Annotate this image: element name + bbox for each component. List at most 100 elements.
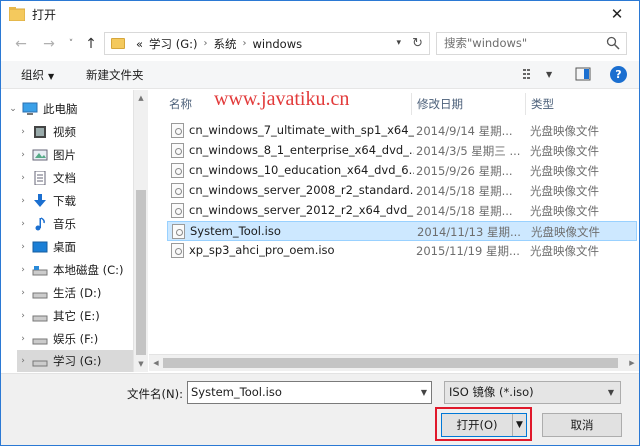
file-type: 光盘映像文件 [530,244,599,258]
column-divider[interactable] [525,93,526,115]
sidebar-item-drive-e[interactable]: › 其它 (E:) [17,305,100,327]
file-type: 光盘映像文件 [530,204,599,218]
scroll-left-icon[interactable]: ◀ [150,355,162,371]
chevron-down-icon: ▼ [48,72,55,81]
file-row[interactable]: cn_windows_7_ultimate_with_sp1_x64_... 2… [167,121,637,141]
sidebar-item-label: 生活 (D:) [53,286,102,300]
file-date: 2014/3/5 星期三 ... [416,144,521,158]
file-type: 光盘映像文件 [530,164,599,178]
file-row[interactable]: xp_sp3_ahci_pro_oem.iso 2015/11/19 星期...… [167,241,637,261]
scroll-down-icon[interactable]: ▼ [134,358,148,370]
preview-pane-icon[interactable] [575,66,591,82]
horizontal-scrollbar[interactable]: ◀ ▶ [149,354,639,371]
filename-value: System_Tool.iso [191,385,282,399]
drive-icon [32,292,48,299]
view-options-icon[interactable] [522,66,538,82]
file-name: System_Tool.iso [190,224,281,238]
sidebar-item-music[interactable]: › 音乐 [17,213,76,235]
breadcrumb-overflow[interactable]: « [136,37,143,51]
column-divider[interactable] [411,93,412,115]
back-icon[interactable]: ← [13,35,29,53]
command-bar: 组织 ▼ 新建文件夹 ▼ ? [1,61,639,89]
breadcrumb-folder[interactable]: 系统 [213,36,236,52]
sidebar-item-documents[interactable]: › 文档 [17,167,76,189]
cancel-button[interactable]: 取消 [542,413,622,437]
scroll-up-icon[interactable]: ▲ [134,92,148,104]
chevron-down-icon[interactable]: ▾ [396,33,401,54]
scrollbar-thumb[interactable] [136,190,146,355]
sidebar-item-downloads[interactable]: › 下载 [17,190,76,212]
sidebar-item-pictures[interactable]: › 图片 [17,144,76,166]
chevron-right-icon[interactable]: › [17,311,29,321]
filename-input[interactable]: System_Tool.iso ▼ [187,381,432,404]
chevron-right-icon[interactable]: › [17,219,29,229]
up-folder-icon[interactable]: ↑ [83,35,99,53]
chevron-right-icon[interactable]: › [17,265,29,275]
column-header-type[interactable]: 类型 [531,93,554,115]
address-bar[interactable]: « 学习 (G:) › 系统 › windows ▾ ↻ [104,32,430,55]
file-type: 光盘映像文件 [530,124,599,138]
chevron-right-icon[interactable]: › [17,196,29,206]
sidebar-item-drive-g[interactable]: › 学习 (G:) [17,350,133,372]
chevron-right-icon[interactable]: › [17,356,29,366]
breadcrumb-current[interactable]: windows [252,37,302,51]
chevron-down-icon[interactable]: ▼ [421,382,427,403]
search-input[interactable]: 搜索"windows" [436,32,627,55]
file-row-selected[interactable]: System_Tool.iso 2014/11/13 星期... 光盘映像文件 [167,221,637,241]
help-icon[interactable]: ? [610,66,627,83]
file-row[interactable]: cn_windows_10_education_x64_dvd_6... 201… [167,161,637,181]
chevron-right-icon[interactable]: › [17,173,29,183]
recent-locations-icon[interactable]: ˅ [63,35,79,53]
chevron-right-icon[interactable]: › [17,288,29,298]
column-header-date[interactable]: 修改日期 [417,93,463,115]
drive-icon [32,338,48,345]
file-name: cn_windows_server_2012_r2_x64_dvd_... [189,203,414,217]
refresh-icon[interactable]: ↻ [412,33,423,54]
file-row[interactable]: cn_windows_server_2008_r2_standard... 20… [167,181,637,201]
sidebar-item-label: 音乐 [53,217,76,231]
download-icon [34,194,46,207]
sidebar-item-videos[interactable]: › 视频 [17,121,76,143]
navigation-bar: ← → ˅ ↑ « 学习 (G:) › 系统 › windows ▾ ↻ 搜索"… [1,29,639,59]
disc-image-icon [171,123,184,138]
drive-icon [32,315,48,322]
scrollbar-thumb[interactable] [163,358,618,368]
sidebar-scrollbar[interactable]: ▲ ▼ [133,90,148,372]
organize-menu[interactable]: 组织 ▼ [21,67,54,83]
folder-icon [111,38,125,49]
disc-image-icon [171,143,184,158]
forward-icon[interactable]: → [41,35,57,53]
chevron-down-icon[interactable]: ▼ [608,382,614,403]
sidebar-item-this-pc[interactable]: ⌄ 此电脑 [7,98,77,120]
close-icon[interactable]: ✕ [595,1,639,27]
file-row[interactable]: cn_windows_server_2012_r2_x64_dvd_... 20… [167,201,637,221]
sidebar-item-drive-d[interactable]: › 生活 (D:) [17,282,101,304]
sidebar-item-desktop[interactable]: › 桌面 [17,236,76,258]
chevron-right-icon[interactable]: › [17,334,29,344]
chevron-right-icon[interactable]: › [17,150,29,160]
annotation-highlight-box [435,407,532,441]
disc-image-icon [171,163,184,178]
sidebar-item-drive-f[interactable]: › 娱乐 (F:) [17,328,98,350]
file-date: 2014/9/14 星期... [416,124,513,138]
folder-app-icon [9,7,25,21]
breadcrumb-drive[interactable]: 学习 (G:) [149,36,197,52]
documents-icon [34,171,46,185]
scroll-right-icon[interactable]: ▶ [626,355,638,371]
sidebar-item-drive-c[interactable]: › 本地磁盘 (C:) [17,259,123,281]
breadcrumb-separator[interactable]: › [203,38,207,49]
chevron-down-icon[interactable]: ⌄ [7,104,19,114]
navigation-pane: ⌄ 此电脑 › 视频 › 图片 › 文档 › 下载 › 音乐 › 桌面 › 本地… [1,90,149,372]
chevron-right-icon[interactable]: › [17,127,29,137]
chevron-down-icon[interactable]: ▼ [546,70,552,79]
file-date: 2014/5/18 星期... [416,204,513,218]
file-name: cn_windows_server_2008_r2_standard... [189,183,414,197]
column-header-name[interactable]: 名称 [169,93,192,115]
search-icon[interactable] [606,36,620,50]
file-type-select[interactable]: ISO 镜像 (*.iso) ▼ [444,381,621,404]
file-row[interactable]: cn_windows_8_1_enterprise_x64_dvd_... 20… [167,141,637,161]
new-folder-button[interactable]: 新建文件夹 [86,67,144,83]
chevron-right-icon[interactable]: › [17,242,29,252]
breadcrumb-separator[interactable]: › [242,38,246,49]
file-name: cn_windows_8_1_enterprise_x64_dvd_... [189,143,414,157]
